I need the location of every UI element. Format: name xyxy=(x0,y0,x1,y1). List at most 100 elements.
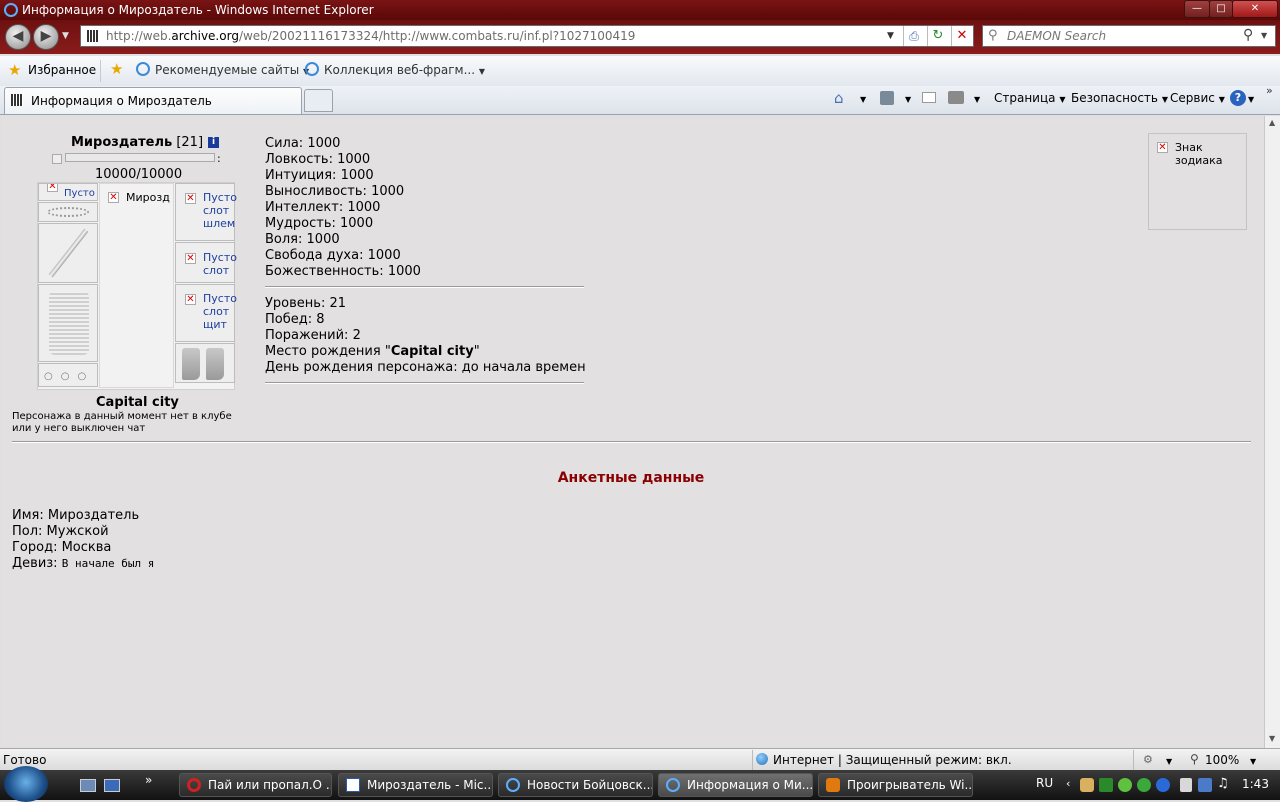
address-bar[interactable]: http://web.archive.org/web/2002111617332… xyxy=(80,25,974,47)
slot-shield[interactable]: ✕ Пусто слот щит xyxy=(175,284,237,342)
print-dropdown-icon[interactable]: ▼ xyxy=(974,95,980,104)
security-zone[interactable]: Интернет | Защищенный режим: вкл. xyxy=(773,753,1012,767)
zoom-level[interactable]: 100% xyxy=(1205,753,1239,767)
slot-bracers[interactable]: ✕ Пусто слот xyxy=(175,242,237,283)
taskbar-item-word[interactable]: Мироздатель - Mic... xyxy=(338,773,493,797)
mail-icon[interactable] xyxy=(922,92,936,103)
tray-app-icon[interactable] xyxy=(1099,778,1113,792)
web-slice-gallery-link[interactable]: Коллекция веб-фрагм... ▼ xyxy=(324,63,485,77)
taskbar-item-ie-news[interactable]: Новости Бойцовск... xyxy=(498,773,653,797)
search-box[interactable]: ⚲ DAEMON Search ⚲ ▼ xyxy=(982,25,1276,47)
tools-menu[interactable]: Сервис ▼ xyxy=(1170,91,1225,105)
opera-icon xyxy=(187,778,201,792)
hp-bar-colon: : xyxy=(217,152,221,165)
info-birthplace: Место рождения "Capital city" xyxy=(265,344,480,359)
address-dropdown-icon[interactable]: ▼ xyxy=(887,31,894,41)
search-placeholder: DAEMON Search xyxy=(1007,29,1107,43)
slot-helmet[interactable]: ✕ Пусто слот шлем xyxy=(175,183,237,241)
tray-device-icon[interactable] xyxy=(1180,778,1192,792)
zoom-icon[interactable]: ⚲ xyxy=(1190,752,1199,766)
maximize-button[interactable]: □ xyxy=(1209,0,1233,18)
info-losses: Поражений: 2 xyxy=(265,328,361,343)
language-indicator[interactable]: RU xyxy=(1036,776,1053,790)
slot-rings[interactable]: ○○○ xyxy=(38,363,98,387)
scroll-up-arrow-icon[interactable]: ▲ xyxy=(1269,118,1275,127)
character-info: Уровень: 21 Побед: 8 Поражений: 2 Место … xyxy=(265,296,586,376)
slot-boots[interactable] xyxy=(175,343,235,383)
toolbar-overflow-icon[interactable]: » xyxy=(1266,84,1273,97)
scroll-down-arrow-icon[interactable]: ▼ xyxy=(1269,734,1275,743)
feed-dropdown-icon[interactable]: ▼ xyxy=(905,95,911,104)
info-wins: Побед: 8 xyxy=(265,312,325,327)
start-button[interactable] xyxy=(4,766,48,802)
favorites-button[interactable]: Избранное xyxy=(28,63,96,77)
tray-app-icon[interactable] xyxy=(1118,778,1132,792)
slot-weapon[interactable] xyxy=(38,223,98,283)
history-dropdown-icon[interactable]: ▼ xyxy=(62,31,69,41)
stop-icon[interactable]: ✕ xyxy=(951,26,972,46)
refresh-icon[interactable]: ↻ xyxy=(927,26,948,46)
character-avatar: ✕ Мироздатель xyxy=(99,183,174,388)
zoom-dropdown-icon[interactable]: ▼ xyxy=(1250,757,1256,766)
switch-windows-icon[interactable] xyxy=(104,779,120,792)
stat-divinity: Божественность: 1000 xyxy=(265,264,421,279)
new-tab-button[interactable] xyxy=(304,89,333,112)
home-dropdown-icon[interactable]: ▼ xyxy=(860,95,866,104)
popup-dropdown-icon[interactable]: ▼ xyxy=(1166,757,1172,766)
window-title-bar: Информация о Мироздатель - Windows Inter… xyxy=(0,0,1280,20)
network-icon[interactable] xyxy=(1198,778,1212,792)
armor-icon xyxy=(49,291,89,355)
divider xyxy=(265,286,584,288)
page-menu[interactable]: Страница ▼ xyxy=(994,91,1066,105)
address-url: http://web.archive.org/web/2002111617332… xyxy=(106,29,636,43)
stats-list: Сила: 1000 Ловкость: 1000 Интуиция: 1000… xyxy=(265,136,421,280)
location-label[interactable]: Capital city xyxy=(96,395,179,410)
ie-icon xyxy=(666,778,680,792)
quicklaunch-overflow-icon[interactable]: » xyxy=(145,773,152,787)
close-window-button[interactable]: ✕ xyxy=(1232,0,1278,18)
help-icon[interactable]: ? xyxy=(1230,90,1246,106)
slot-armor[interactable] xyxy=(38,284,98,362)
volume-icon[interactable]: ♫ xyxy=(1217,776,1229,791)
window-title: Информация о Мироздатель - Windows Inter… xyxy=(22,3,374,17)
rss-feed-icon[interactable] xyxy=(880,91,894,105)
page-content: Мироздатель [21] i : 10000/10000 ✕ Пусто… xyxy=(2,118,1264,746)
slot-necklace[interactable] xyxy=(38,202,98,222)
taskbar-item-media-player[interactable]: Проигрыватель Wi... xyxy=(818,773,973,797)
character-name[interactable]: Мироздатель xyxy=(71,135,172,150)
compatibility-view-icon[interactable]: ⎙ xyxy=(903,26,924,46)
clock[interactable]: 1:43 xyxy=(1242,777,1269,791)
vertical-scrollbar[interactable]: ▲ ▼ xyxy=(1264,116,1280,748)
hp-bar xyxy=(65,153,215,162)
minimize-button[interactable]: — xyxy=(1184,0,1210,18)
stat-endurance: Выносливость: 1000 xyxy=(265,184,405,199)
search-options-icon[interactable]: ▼ xyxy=(1261,31,1267,40)
profile-name: Имя: Мироздатель xyxy=(12,508,140,523)
help-dropdown-icon[interactable]: ▼ xyxy=(1248,95,1254,104)
media-player-icon xyxy=(826,778,840,792)
back-button[interactable]: ◀ xyxy=(5,24,31,50)
sword-icon xyxy=(48,228,89,278)
add-favorite-icon[interactable]: ★ xyxy=(110,60,123,78)
forward-button[interactable]: ▶ xyxy=(33,24,59,50)
separator xyxy=(1133,750,1134,770)
popup-blocker-icon[interactable]: ⚙ xyxy=(1143,753,1153,766)
show-desktop-icon[interactable] xyxy=(80,779,96,792)
taskbar-item-ie-info[interactable]: Информация о Ми... xyxy=(658,773,813,797)
character-info-icon[interactable]: i xyxy=(208,137,219,148)
tray-expand-icon[interactable]: ‹ xyxy=(1066,777,1070,790)
character-header: Мироздатель [21] xyxy=(71,135,203,150)
suggested-sites-link[interactable]: Рекомендуемые сайты ▼ xyxy=(155,63,309,77)
tray-app-icon[interactable] xyxy=(1080,778,1094,792)
home-icon[interactable]: ⌂ xyxy=(834,89,844,107)
safety-menu[interactable]: Безопасность ▼ xyxy=(1071,91,1168,105)
slot-earrings[interactable]: ✕ Пусто xyxy=(38,183,98,201)
tab-label: Информация о Мироздатель xyxy=(31,94,212,108)
tray-app-icon[interactable] xyxy=(1156,778,1170,792)
taskbar-item-opera[interactable]: Пай или пропал.О ... xyxy=(179,773,332,797)
zodiac-box: ✕ Знак зодиака xyxy=(1148,133,1247,230)
print-icon[interactable] xyxy=(948,91,964,104)
tray-app-icon[interactable] xyxy=(1137,778,1151,792)
search-icon[interactable]: ⚲ xyxy=(1243,27,1253,43)
tab-active[interactable]: Информация о Мироздатель xyxy=(4,87,302,114)
